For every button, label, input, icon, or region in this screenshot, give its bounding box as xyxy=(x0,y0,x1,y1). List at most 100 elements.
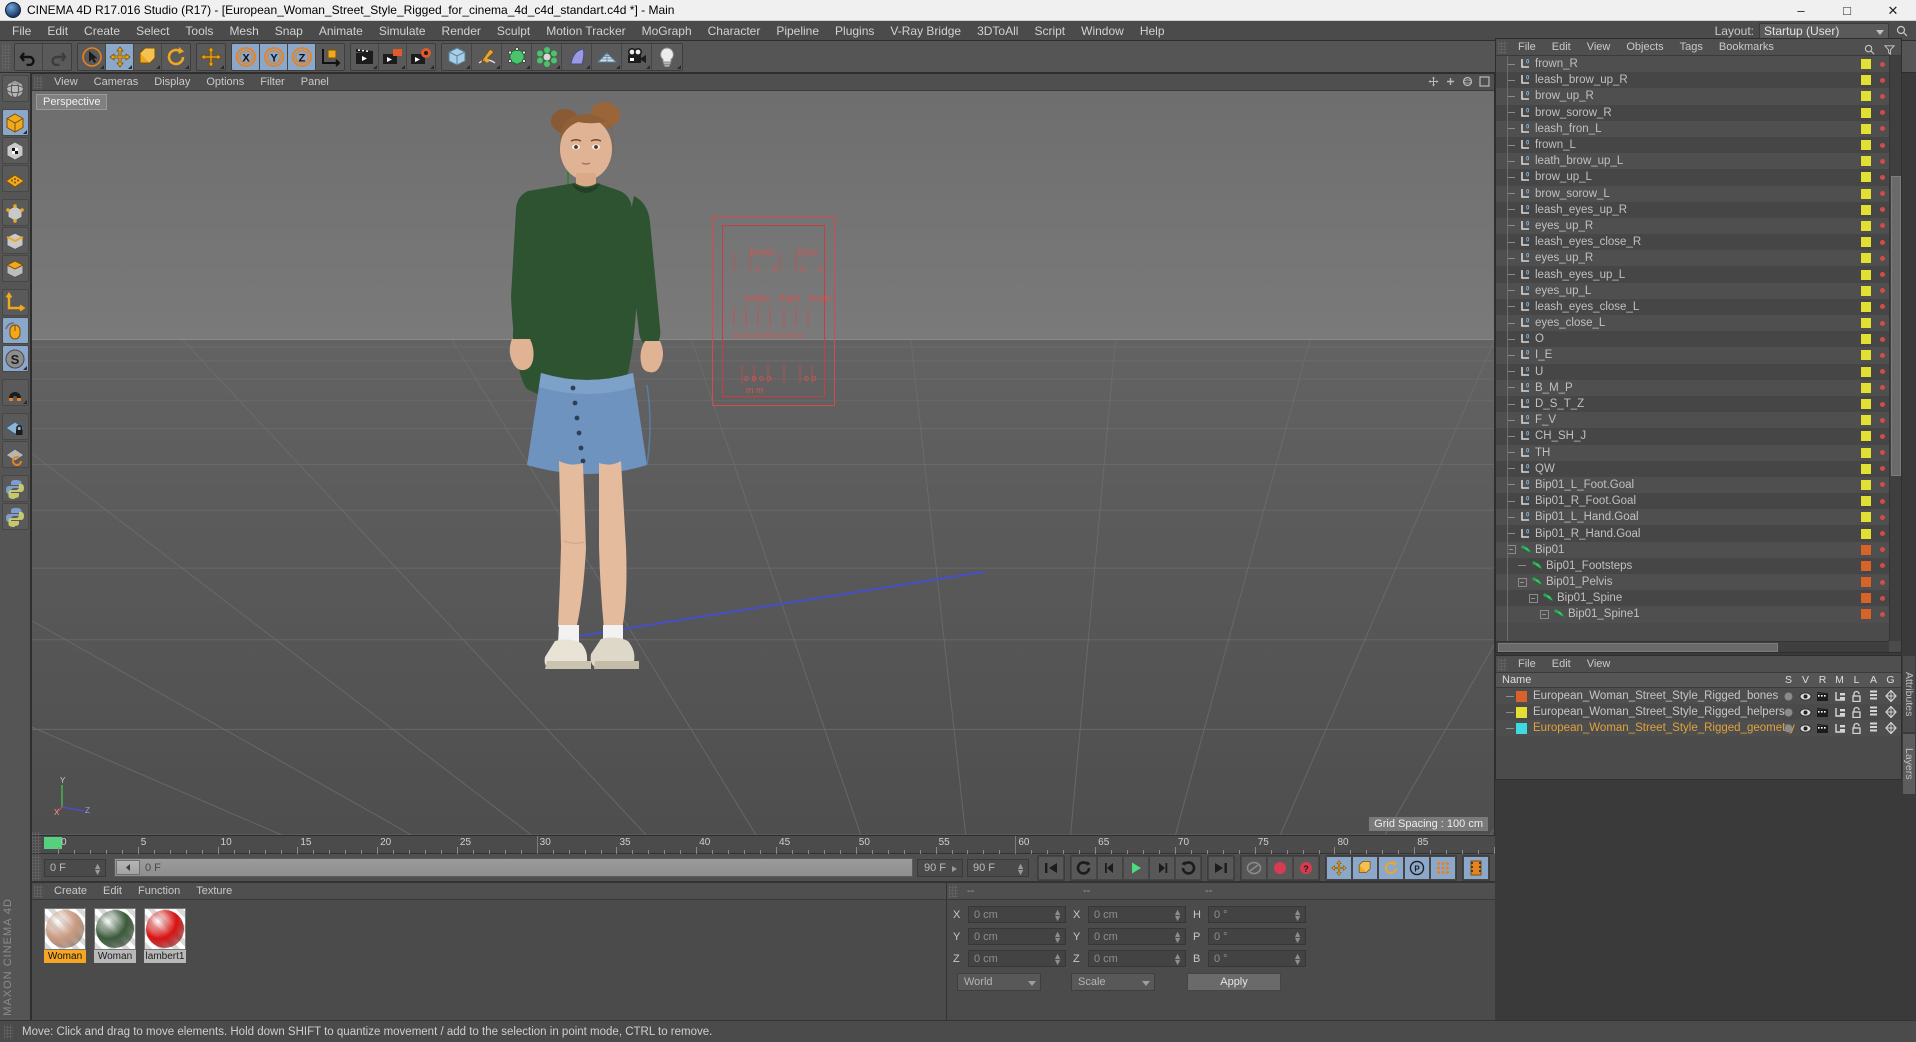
menu-tools[interactable]: Tools xyxy=(177,21,221,41)
visibility-dot[interactable] xyxy=(1880,514,1885,520)
visibility-dot[interactable] xyxy=(1880,352,1885,358)
step-forward-button[interactable] xyxy=(1149,855,1175,880)
layer-name[interactable]: European_Woman_Street_Style_Rigged_bones xyxy=(1533,690,1778,702)
object-row[interactable]: 0 eyes_up_R xyxy=(1496,217,1889,235)
snap-magnet-button[interactable] xyxy=(1,379,29,406)
layer-color-swatch[interactable] xyxy=(1516,706,1527,718)
visibility-dot[interactable] xyxy=(1880,158,1885,164)
layer-color-tag[interactable] xyxy=(1861,188,1871,199)
python-generator-button[interactable] xyxy=(1,503,29,530)
stepper-icon[interactable]: ▲ ▼ xyxy=(93,861,102,876)
position-field[interactable]: 0 cm ▲ ▼ xyxy=(968,950,1066,967)
autokeying-button[interactable] xyxy=(1267,855,1293,880)
filter-icon[interactable] xyxy=(1881,41,1897,57)
object-name[interactable]: brow_up_L xyxy=(1535,171,1592,183)
rotation-key-button[interactable] xyxy=(1378,855,1404,880)
object-name[interactable]: Bip01_Spine xyxy=(1557,592,1622,604)
layer-color-tag[interactable] xyxy=(1861,156,1871,167)
redo-button[interactable] xyxy=(43,43,71,70)
layer-color-tag[interactable] xyxy=(1861,350,1871,361)
manager-toggle[interactable] xyxy=(1831,722,1848,734)
menu-help[interactable]: Help xyxy=(1132,21,1173,41)
menu-v-ray-bridge[interactable]: V-Ray Bridge xyxy=(882,21,969,41)
layer-color-tag[interactable] xyxy=(1861,528,1871,539)
layer-color-tag[interactable] xyxy=(1861,609,1871,620)
object-row[interactable]: 0 leash_eyes_up_L xyxy=(1496,266,1889,283)
menu-select[interactable]: Select xyxy=(128,21,177,41)
position-field[interactable]: 0 cm ▲ ▼ xyxy=(968,928,1066,945)
visibility-dot[interactable] xyxy=(1880,595,1885,601)
object-name[interactable]: CH_SH_J xyxy=(1535,430,1586,442)
go-to-start-button[interactable] xyxy=(1038,855,1064,880)
add-scene-object-button[interactable] xyxy=(592,43,622,70)
object-row[interactable]: 0 Bip01_L_Foot.Goal xyxy=(1496,476,1889,494)
stepper-icon[interactable]: ▲ ▼ xyxy=(1293,908,1302,923)
layer-color-tag[interactable] xyxy=(1861,399,1871,410)
object-menu-edit[interactable]: Edit xyxy=(1544,39,1579,56)
search-icon[interactable] xyxy=(1894,23,1910,39)
z-axis-lock[interactable]: Z xyxy=(288,43,316,70)
menu-3dtoall[interactable]: 3DToAll xyxy=(969,21,1026,41)
object-tree[interactable]: 0 frown_R 0 leash_brow_up_R 0 brow_up_R 0 brow_… xyxy=(1496,56,1889,641)
close-button[interactable]: ✕ xyxy=(1870,0,1916,21)
minimize-button[interactable]: – xyxy=(1778,0,1824,21)
menu-script[interactable]: Script xyxy=(1026,21,1073,41)
animation-toggle[interactable] xyxy=(1865,722,1882,734)
layer-color-tag[interactable] xyxy=(1861,204,1871,215)
object-name[interactable]: leash_brow_up_R xyxy=(1535,74,1628,86)
visibility-dot[interactable] xyxy=(1880,239,1885,245)
object-name[interactable]: leash_eyes_close_R xyxy=(1535,236,1641,248)
object-name[interactable]: I_E xyxy=(1535,349,1552,361)
timeline-current-marker[interactable] xyxy=(44,836,62,849)
layer-name[interactable]: European_Woman_Street_Style_Rigged_geome… xyxy=(1533,722,1795,734)
object-row[interactable]: 0 CH_SH_J xyxy=(1496,428,1889,445)
rotation-field[interactable]: 0 ° ▲ ▼ xyxy=(1208,950,1306,967)
add-generator-button[interactable] xyxy=(502,43,532,70)
object-row[interactable]: − Bip01_Spine xyxy=(1496,590,1889,607)
object-manager-vertical-scrollbar[interactable] xyxy=(1889,56,1901,641)
object-row[interactable]: 0 I_E xyxy=(1496,347,1889,364)
menu-mograph[interactable]: MoGraph xyxy=(634,21,700,41)
solo-toggle[interactable] xyxy=(1780,706,1797,718)
add-nurbs-button[interactable] xyxy=(562,43,592,70)
planar-workplane-button[interactable] xyxy=(1,441,29,468)
menu-snap[interactable]: Snap xyxy=(267,21,311,41)
add-light-button[interactable] xyxy=(652,43,682,70)
object-row[interactable]: 0 leash_eyes_close_R xyxy=(1496,234,1889,251)
character-model[interactable] xyxy=(462,101,732,711)
layer-color-tag[interactable] xyxy=(1861,560,1871,571)
layer-color-tag[interactable] xyxy=(1861,544,1871,555)
layer-color-tag[interactable] xyxy=(1861,59,1871,70)
zoom-icon[interactable] xyxy=(1444,76,1456,88)
undo-button[interactable] xyxy=(15,43,43,70)
object-name[interactable]: frown_R xyxy=(1535,58,1578,70)
layer-color-tag[interactable] xyxy=(1861,318,1871,329)
object-name[interactable]: leath_brow_up_L xyxy=(1535,155,1623,167)
polygon-mode-button[interactable] xyxy=(1,255,29,282)
visibility-toggle[interactable] xyxy=(1797,706,1814,718)
material-sphere-icon[interactable] xyxy=(94,908,136,950)
timeline-ruler[interactable]: 051015202530354045505560657075808590 xyxy=(44,835,1495,854)
tab-layers[interactable]: Layers xyxy=(1902,733,1916,795)
live-selection-tool[interactable] xyxy=(78,43,106,70)
material-item[interactable]: Woman xyxy=(44,908,86,963)
search-icon[interactable] xyxy=(1861,41,1877,57)
workplane-mode-button[interactable] xyxy=(1,165,29,192)
visibility-dot[interactable] xyxy=(1880,417,1885,423)
solo-toggle[interactable] xyxy=(1780,722,1797,734)
visibility-dot[interactable] xyxy=(1880,288,1885,294)
object-row[interactable]: 0 eyes_up_R xyxy=(1496,250,1889,267)
layer-row[interactable]: European_Woman_Street_Style_Rigged_helpe… xyxy=(1496,704,1901,720)
menu-render[interactable]: Render xyxy=(434,21,489,41)
viewport-menu-filter[interactable]: Filter xyxy=(252,74,292,91)
visibility-dot[interactable] xyxy=(1880,531,1885,537)
layer-menu-view[interactable]: View xyxy=(1579,656,1619,673)
visibility-dot[interactable] xyxy=(1880,174,1885,180)
object-name[interactable]: Bip01_R_Hand.Goal xyxy=(1535,528,1641,540)
menu-simulate[interactable]: Simulate xyxy=(371,21,434,41)
layer-color-tag[interactable] xyxy=(1861,237,1871,248)
point-mode-button[interactable] xyxy=(1,199,29,226)
scrollbar-thumb[interactable] xyxy=(1498,643,1778,652)
visibility-dot[interactable] xyxy=(1880,450,1885,456)
visibility-dot[interactable] xyxy=(1880,563,1885,569)
